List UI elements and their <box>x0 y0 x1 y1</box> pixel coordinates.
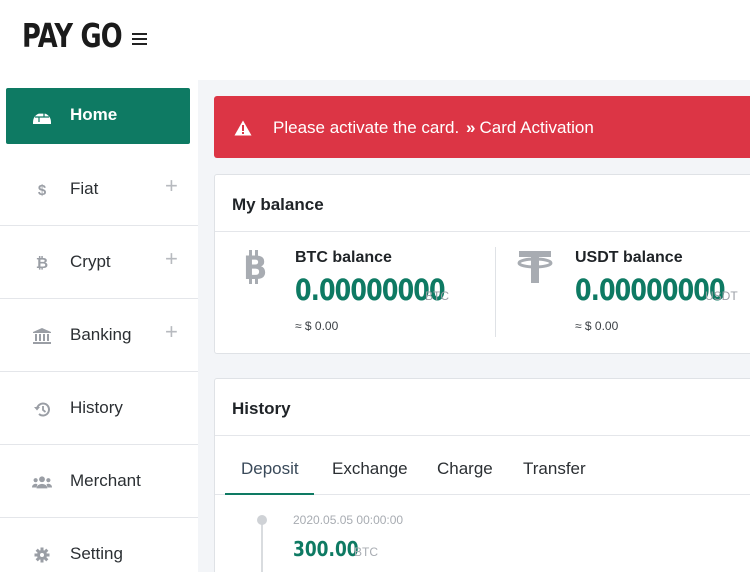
app-logo[interactable]: PAY GO <box>22 16 123 55</box>
balance-title: My balance <box>232 195 324 214</box>
btc-balance: B BTC balance 0.00000000 BTC ≈ $ 0.00 <box>215 231 485 354</box>
bitcoin-icon: B <box>239 249 275 287</box>
warning-icon <box>234 120 252 136</box>
sidebar-item-label: History <box>70 398 123 417</box>
timeline-dot <box>257 515 267 525</box>
bank-icon <box>32 327 52 345</box>
dollar-icon: $ <box>37 181 47 199</box>
history-entry-unit: BTC <box>354 545 378 559</box>
card-activation-link[interactable]: » Card Activation <box>466 118 594 138</box>
btc-balance-label: BTC balance <box>295 249 392 266</box>
timeline-line <box>261 519 263 572</box>
sidebar-item-home[interactable]: Home <box>6 88 190 144</box>
bitcoin-icon: ₿ <box>35 254 49 272</box>
sidebar-item-fiat[interactable]: $ Fiat + <box>0 153 198 226</box>
double-chevron-right-icon: » <box>466 118 476 137</box>
usdt-unit: USDT <box>705 289 738 303</box>
activation-alert: Please activate the card. » Card Activati… <box>214 96 750 158</box>
history-icon <box>32 400 52 418</box>
sidebar-item-label: Setting <box>70 544 123 563</box>
sidebar-item-label: Home <box>70 105 118 124</box>
main-content: Please activate the card. » Card Activati… <box>198 80 750 572</box>
active-tab-indicator <box>225 493 314 495</box>
tab-exchange[interactable]: Exchange <box>332 459 408 479</box>
sidebar-item-label: Banking <box>70 325 132 344</box>
tether-icon <box>517 249 553 285</box>
history-entry-date: 2020.05.05 00:00:00 <box>293 513 404 527</box>
btc-balance-amount: 0.00000000 <box>295 273 446 307</box>
top-header: PAY GO <box>0 0 750 80</box>
sidebar-item-banking[interactable]: Banking + <box>0 299 198 372</box>
tab-charge[interactable]: Charge <box>437 459 493 479</box>
sidebar: Home $ Fiat + ₿ Crypt + Banking + Histor… <box>0 80 198 572</box>
balance-card: My balance B BTC balance 0.00000000 BTC … <box>214 174 750 354</box>
menu-toggle-icon[interactable] <box>132 33 147 47</box>
divider <box>215 435 750 436</box>
history-card: History Deposit Exchange Charge Transfer… <box>214 378 750 572</box>
sidebar-item-label: Crypt <box>70 252 111 271</box>
btc-usd-value: ≈ $ 0.00 <box>295 319 339 333</box>
expand-plus-icon[interactable]: + <box>165 246 178 272</box>
card-activation-label: Card Activation <box>479 118 594 137</box>
igloo-icon <box>32 107 52 125</box>
sidebar-item-crypt[interactable]: ₿ Crypt + <box>0 226 198 299</box>
tab-deposit[interactable]: Deposit <box>241 459 299 479</box>
usdt-balance-label: USDT balance <box>575 249 683 266</box>
sidebar-item-merchant[interactable]: Merchant <box>0 445 198 518</box>
btc-unit: BTC <box>425 289 449 303</box>
expand-plus-icon[interactable]: + <box>165 319 178 345</box>
sidebar-item-history[interactable]: History <box>0 372 198 445</box>
sidebar-item-label: Fiat <box>70 179 99 198</box>
usdt-usd-value: ≈ $ 0.00 <box>575 319 619 333</box>
history-title: History <box>232 399 291 418</box>
sidebar-item-setting[interactable]: Setting <box>0 518 198 572</box>
users-icon <box>32 473 52 491</box>
gear-icon <box>32 546 52 564</box>
usdt-balance: USDT balance 0.00000000 USDT ≈ $ 0.00 <box>495 231 750 354</box>
history-entry-amount: 300.00 <box>293 537 359 561</box>
usdt-balance-amount: 0.00000000 <box>575 273 726 307</box>
expand-plus-icon[interactable]: + <box>165 173 178 199</box>
sidebar-item-label: Merchant <box>70 471 141 490</box>
alert-message: Please activate the card. <box>273 118 460 137</box>
tab-transfer[interactable]: Transfer <box>523 459 586 479</box>
